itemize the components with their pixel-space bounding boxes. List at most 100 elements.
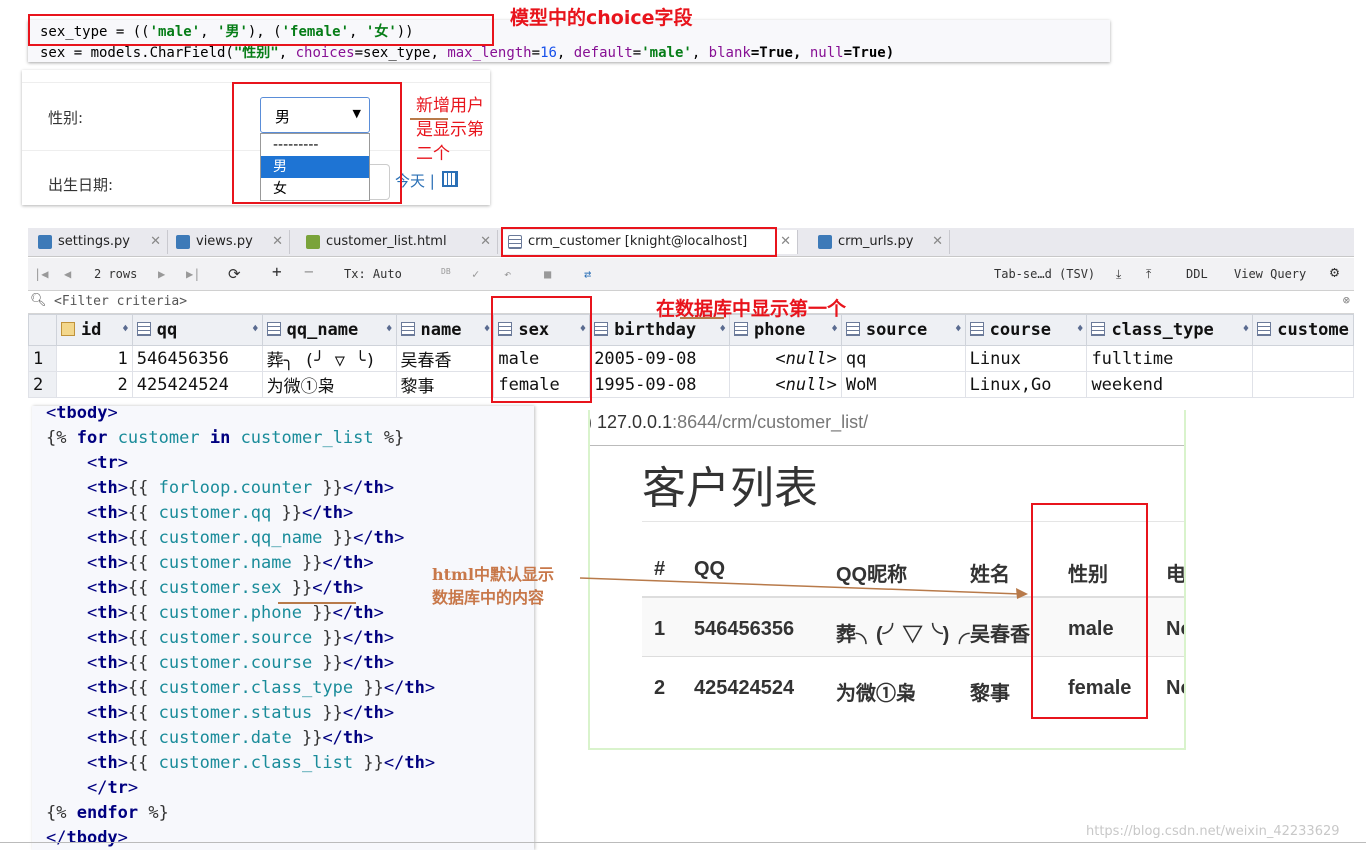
column-label: course	[989, 320, 1052, 340]
calendar-icon[interactable]	[442, 171, 458, 187]
close-icon[interactable]: ✕	[150, 230, 161, 254]
cell-qq-name[interactable]: 葬╮ (╯ ▽ ╰)	[261, 345, 397, 372]
table-row[interactable]: 2 2 425424524 为微①枭 黎事 female 1995-09-08 …	[28, 371, 1354, 398]
table-row[interactable]: 1 1 546456356 葬╮ (╯ ▽ ╰) 吴春香 male 2005-0…	[28, 345, 1354, 372]
cell-qq-name[interactable]: 为微①枭	[261, 371, 397, 398]
close-icon[interactable]: ✕	[272, 230, 283, 254]
code-token: customer.qq_name	[158, 528, 323, 548]
column-header-customer[interactable]: custome	[1252, 314, 1354, 346]
code-token: }}	[281, 578, 313, 598]
stop-icon[interactable]: ■	[544, 266, 551, 282]
active-tab-highlight	[501, 227, 777, 257]
upload-icon[interactable]: ⤒	[1146, 266, 1151, 282]
code-token: >	[117, 453, 128, 473]
sort-icon[interactable]: ♦	[955, 322, 962, 335]
sort-icon[interactable]: ♦	[1077, 322, 1084, 335]
code-token: >	[383, 653, 395, 673]
tx-mode-select[interactable]: Tx: Auto	[344, 266, 402, 282]
clear-filter-icon[interactable]: ⊗	[1343, 293, 1350, 307]
cell-phone: No	[1166, 677, 1184, 699]
sort-icon[interactable]: ♦	[831, 322, 838, 335]
close-icon[interactable]: ✕	[480, 230, 491, 254]
cell-customer[interactable]	[1252, 371, 1354, 398]
rollback-icon[interactable]: ↶	[504, 266, 511, 282]
cell-qq[interactable]: 546456356	[131, 345, 263, 372]
tab-views-py[interactable]: views.py ✕	[170, 230, 290, 254]
code-token: tr	[97, 453, 118, 473]
cell-source[interactable]: qq	[840, 345, 966, 372]
code-token: in	[209, 428, 231, 448]
code-token: >	[363, 728, 374, 748]
code-token: >	[353, 578, 364, 598]
download-icon[interactable]: ⤓	[1116, 266, 1121, 282]
address-bar[interactable]: ) 127.0.0.1:8644/crm/customer_list/	[590, 412, 868, 433]
refresh-icon[interactable]: ⟳	[228, 266, 241, 282]
column-header-qq[interactable]: qq ♦	[131, 314, 263, 346]
cell-course[interactable]: Linux,Go	[964, 371, 1088, 398]
column-header-id[interactable]: id ♦	[55, 314, 133, 346]
column-label: id	[80, 320, 102, 340]
cell-source[interactable]: WoM	[840, 371, 966, 398]
tab-customer-list-html[interactable]: customer_list.html ✕	[300, 230, 498, 254]
cell-class-type[interactable]: fulltime	[1086, 345, 1254, 372]
cell-customer[interactable]	[1252, 345, 1354, 372]
cell-name[interactable]: 黎事	[395, 371, 495, 398]
close-icon[interactable]: ✕	[932, 230, 943, 254]
tab-settings-py[interactable]: settings.py ✕	[32, 230, 168, 254]
tab-crm-urls-py[interactable]: crm_urls.py ✕	[812, 230, 950, 254]
sort-icon[interactable]: ♦	[484, 322, 491, 335]
cell-qq[interactable]: 425424524	[131, 371, 263, 398]
cell-birthday[interactable]: 1995-09-08	[589, 371, 731, 398]
next-page-icon[interactable]: ▶	[158, 266, 165, 282]
prev-page-icon[interactable]: ◀	[64, 266, 71, 282]
add-row-icon[interactable]: +	[272, 264, 282, 280]
cell-name[interactable]: 吴春香	[395, 345, 495, 372]
cell-birthday[interactable]: 2005-09-08	[589, 345, 731, 372]
cell-index: 2	[654, 677, 666, 699]
column-header-qq-name[interactable]: qq_name ♦	[261, 314, 397, 346]
delete-row-icon[interactable]: −	[304, 264, 314, 280]
row-count: 2 rows	[94, 267, 138, 281]
code-token: th	[373, 528, 395, 548]
code-token: }}	[312, 478, 343, 498]
code-token: {{	[127, 603, 159, 623]
view-query-button[interactable]: View Query	[1234, 266, 1306, 282]
column-header-source[interactable]: source ♦	[840, 314, 966, 346]
first-page-icon[interactable]: |◀	[34, 266, 48, 282]
tab-label: views.py	[196, 234, 253, 249]
code-token: </	[383, 678, 405, 698]
code-token: }}	[291, 553, 323, 573]
cell-class-type[interactable]: weekend	[1086, 371, 1254, 398]
cell-course[interactable]: Linux	[964, 345, 1088, 372]
sort-icon[interactable]: ♦	[386, 322, 393, 335]
cell-id[interactable]: 1	[55, 345, 133, 372]
python-icon	[176, 235, 190, 249]
export-format-select[interactable]: Tab-se…d (TSV)	[994, 266, 1095, 282]
compare-icon[interactable]: ⇄	[584, 266, 591, 282]
sort-icon[interactable]: ♦	[719, 322, 726, 335]
cell-id[interactable]: 2	[55, 371, 133, 398]
last-page-icon[interactable]: ▶|	[186, 266, 200, 282]
code-token: <	[86, 453, 98, 473]
cell-phone[interactable]: <null>	[729, 345, 842, 372]
column-icon	[845, 322, 860, 336]
ddl-button[interactable]: DDL	[1186, 266, 1208, 282]
column-header-course[interactable]: course ♦	[964, 314, 1088, 346]
column-header-name[interactable]: name ♦	[395, 314, 495, 346]
code-token: <	[86, 753, 98, 773]
code-token: th	[404, 678, 425, 698]
sort-icon[interactable]: ♦	[122, 322, 129, 335]
gear-icon[interactable]: ⚙	[1330, 264, 1339, 280]
annotation-model-choice: 模型中的choice字段	[510, 7, 693, 29]
sort-icon[interactable]: ♦	[252, 322, 259, 335]
sort-icon[interactable]: ♦	[1243, 322, 1250, 335]
commit-icon[interactable]: ✓	[472, 266, 479, 282]
column-label: name	[420, 320, 462, 340]
column-header-class-type[interactable]: class_type ♦	[1086, 314, 1254, 346]
filter-input[interactable]: <Filter criteria>	[54, 294, 187, 309]
column-label: source	[865, 320, 928, 340]
close-icon[interactable]: ✕	[780, 230, 791, 254]
cell-phone[interactable]: <null>	[729, 371, 842, 398]
